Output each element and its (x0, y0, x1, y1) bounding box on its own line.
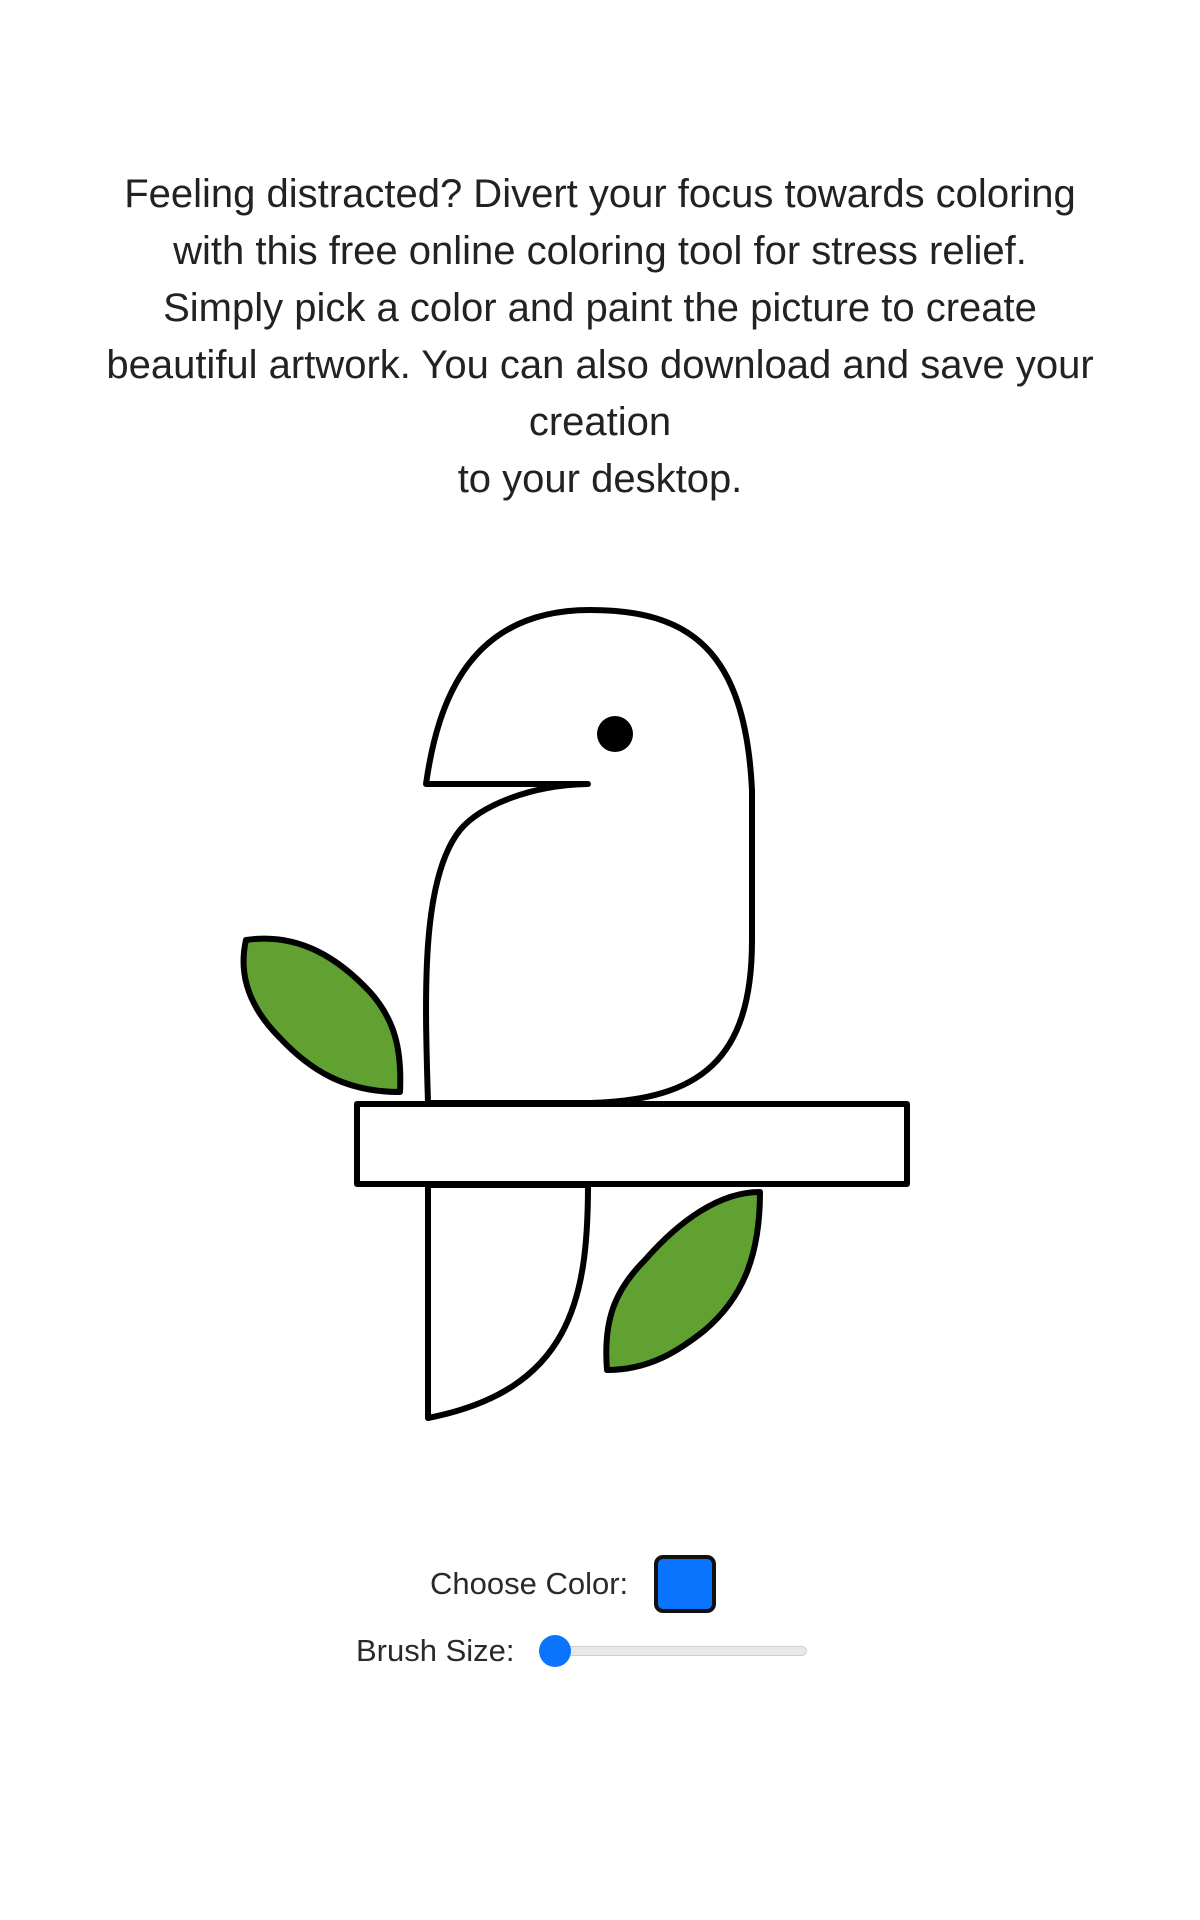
bird-head[interactable] (423, 607, 755, 1106)
left-leaf[interactable] (240, 935, 404, 1095)
brush-size-slider[interactable] (535, 1634, 807, 1668)
color-picker[interactable] (654, 1555, 717, 1613)
choose-color-label: Choose Color: (430, 1566, 629, 1601)
intro-line: with this free online coloring tool for … (173, 229, 1027, 273)
brush-size-label: Brush Size: (356, 1633, 515, 1668)
right-leaf[interactable] (603, 1189, 763, 1373)
intro-line: to your desktop. (457, 457, 743, 501)
bird-eye[interactable] (597, 716, 633, 752)
slider-thumb[interactable] (538, 1635, 571, 1667)
bird-tail[interactable] (425, 1182, 591, 1421)
intro-line: beautiful artwork. You can also download… (106, 343, 1094, 387)
slider-track[interactable] (538, 1646, 807, 1656)
intro-text: Feeling distracted? Divert your focus to… (50, 166, 1150, 508)
coloring-canvas[interactable] (0, 580, 1200, 1440)
intro-line: Feeling distracted? Divert your focus to… (124, 172, 1076, 216)
color-row: Choose Color: (430, 1555, 717, 1613)
coloring-picture[interactable] (0, 580, 1200, 1440)
branch[interactable] (354, 1101, 910, 1187)
intro-line: Simply pick a color and paint the pictur… (163, 286, 1037, 330)
intro-line: creation (528, 400, 672, 444)
brush-row: Brush Size: (356, 1633, 807, 1669)
